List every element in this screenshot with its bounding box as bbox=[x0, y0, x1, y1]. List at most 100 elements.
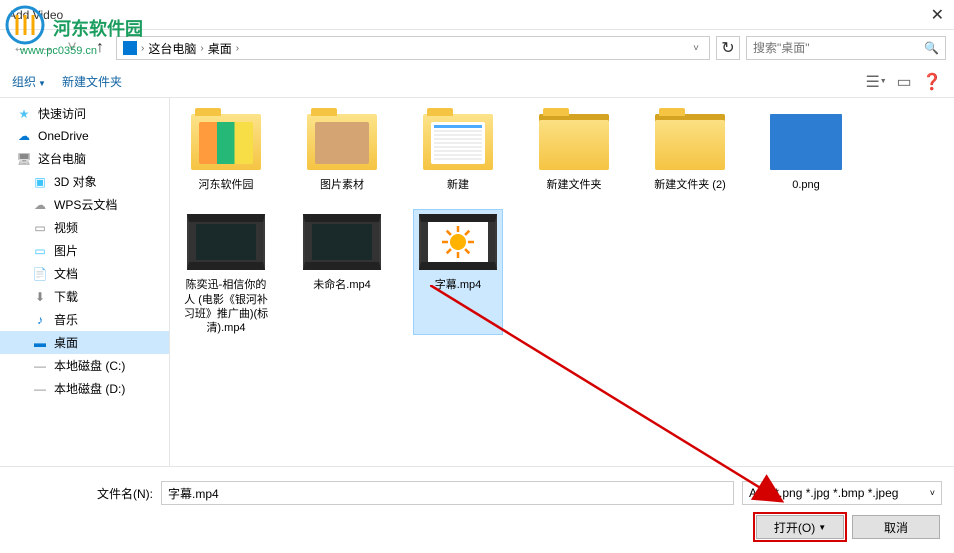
file-area[interactable]: 河东软件园 图片素材 新建 新建文件夹 新建文件夹 (2) 0.png 陈奕迅-相信你的人 … bbox=[170, 98, 954, 466]
file-thumbnail bbox=[767, 110, 845, 174]
file-label: 新建文件夹 bbox=[547, 178, 602, 192]
file-item[interactable]: 新建 bbox=[414, 110, 502, 192]
forward-icon: → bbox=[34, 36, 58, 60]
file-item[interactable]: 0.png bbox=[762, 110, 850, 192]
file-item[interactable]: 陈奕迅-相信你的人 (电影《银河补习班》推广曲)(标清).mp4 bbox=[182, 210, 270, 334]
file-item[interactable]: 河东软件园 bbox=[182, 110, 270, 192]
sidebar-item[interactable]: ☁ OneDrive bbox=[0, 125, 169, 147]
up-icon[interactable]: ↑ bbox=[90, 38, 110, 58]
close-icon[interactable]: ✕ bbox=[931, 5, 944, 25]
search-input[interactable] bbox=[753, 41, 924, 55]
sidebar-item-label: WPS云文档 bbox=[54, 196, 117, 213]
sidebar-item-label: 快速访问 bbox=[38, 105, 86, 122]
sidebar-item[interactable]: ♪ 音乐 bbox=[0, 308, 169, 331]
cloud-icon: ☁ bbox=[16, 128, 32, 144]
file-thumbnail bbox=[535, 110, 613, 174]
sidebar-item[interactable]: — 本地磁盘 (C:) bbox=[0, 354, 169, 377]
preview-pane-icon[interactable]: ▭ bbox=[894, 72, 914, 92]
content-area: ★ 快速访问 ☁ OneDrive 🖥 这台电脑 ▣ 3D 对象 ☁WPS云文档 ▭ 视频 ▭ 图片 📄 文… bbox=[0, 98, 954, 466]
toolbar: 组织▼ 新建文件夹 ☰▼ ▭ ❓ bbox=[0, 66, 954, 98]
file-label: 图片素材 bbox=[320, 178, 364, 192]
sidebar-item-label: 图片 bbox=[54, 242, 78, 259]
window-title: Add Video bbox=[8, 8, 63, 22]
file-thumbnail bbox=[419, 110, 497, 174]
disk-icon: — bbox=[32, 381, 48, 397]
bottom-panel: 文件名(N): ALL(*.png *.jpg *.bmp *.jpeg ˅ 打… bbox=[0, 466, 954, 553]
breadcrumb-dropdown-icon[interactable]: ˅ bbox=[689, 43, 703, 54]
open-button[interactable]: 打开(O)▼ bbox=[756, 515, 844, 539]
sidebar-item[interactable]: 🖥 这台电脑 bbox=[0, 147, 169, 170]
sidebar-item[interactable]: ☁WPS云文档 bbox=[0, 193, 169, 216]
pic-icon: ▭ bbox=[32, 243, 48, 259]
file-thumbnail bbox=[303, 210, 381, 274]
sidebar-item-label: 视频 bbox=[54, 219, 78, 236]
file-label: 0.png bbox=[792, 178, 820, 192]
sidebar-item[interactable]: ▭ 图片 bbox=[0, 239, 169, 262]
doc-icon: 📄 bbox=[32, 266, 48, 282]
filename-label: 文件名(N): bbox=[12, 485, 153, 502]
sidebar-item[interactable]: ⬇ 下载 bbox=[0, 285, 169, 308]
star-icon: ★ bbox=[16, 106, 32, 122]
3d-icon: ▣ bbox=[32, 174, 48, 190]
sidebar-item-label: 文档 bbox=[54, 265, 78, 282]
music-icon: ♪ bbox=[32, 312, 48, 328]
view-mode-icon[interactable]: ☰▼ bbox=[866, 72, 886, 92]
help-icon[interactable]: ❓ bbox=[922, 72, 942, 92]
sidebar-item-label: 本地磁盘 (D:) bbox=[54, 380, 125, 397]
sidebar-item-label: 音乐 bbox=[54, 311, 78, 328]
recent-dropdown-icon[interactable]: ˅ bbox=[60, 36, 84, 60]
sidebar-item[interactable]: ▭ 视频 bbox=[0, 216, 169, 239]
file-thumbnail bbox=[187, 110, 265, 174]
sidebar: ★ 快速访问 ☁ OneDrive 🖥 这台电脑 ▣ 3D 对象 ☁WPS云文档 ▭ 视频 ▭ 图片 📄 文… bbox=[0, 98, 170, 466]
sidebar-item-label: 下载 bbox=[54, 288, 78, 305]
file-label: 新建文件夹 (2) bbox=[654, 178, 726, 192]
file-label: 陈奕迅-相信你的人 (电影《银河补习班》推广曲)(标清).mp4 bbox=[182, 278, 270, 334]
filename-input[interactable] bbox=[161, 481, 734, 505]
refresh-icon[interactable]: ↻ bbox=[716, 36, 740, 60]
video-icon: ▭ bbox=[32, 220, 48, 236]
file-item[interactable]: 字幕.mp4 bbox=[414, 210, 502, 334]
titlebar: Add Video ✕ bbox=[0, 0, 954, 30]
back-icon[interactable]: ← bbox=[8, 36, 32, 60]
breadcrumb-part[interactable]: 这台电脑 bbox=[148, 40, 196, 57]
sidebar-item-label: 3D 对象 bbox=[54, 173, 97, 190]
file-item[interactable]: 图片素材 bbox=[298, 110, 386, 192]
sidebar-item[interactable]: ▬ 桌面 bbox=[0, 331, 169, 354]
chevron-right-icon: › bbox=[236, 43, 239, 54]
file-thumbnail bbox=[419, 210, 497, 274]
file-label: 河东软件园 bbox=[199, 178, 254, 192]
desktop-icon: ▬ bbox=[32, 335, 48, 351]
sidebar-item[interactable]: 📄 文档 bbox=[0, 262, 169, 285]
file-item[interactable]: 新建文件夹 bbox=[530, 110, 618, 192]
chevron-down-icon: ˅ bbox=[930, 488, 935, 498]
file-item[interactable]: 新建文件夹 (2) bbox=[646, 110, 734, 192]
chevron-right-icon: › bbox=[200, 43, 203, 54]
sidebar-item[interactable]: ★ 快速访问 bbox=[0, 102, 169, 125]
sidebar-item-label: OneDrive bbox=[38, 129, 89, 143]
filetype-filter[interactable]: ALL(*.png *.jpg *.bmp *.jpeg ˅ bbox=[742, 481, 942, 505]
breadcrumb[interactable]: › 这台电脑 › 桌面 › ˅ bbox=[116, 36, 710, 60]
search-icon[interactable]: 🔍 bbox=[924, 41, 939, 55]
disk-icon: — bbox=[32, 358, 48, 374]
file-item[interactable]: 未命名.mp4 bbox=[298, 210, 386, 334]
breadcrumb-part[interactable]: 桌面 bbox=[208, 40, 232, 57]
file-thumbnail bbox=[303, 110, 381, 174]
cancel-button[interactable]: 取消 bbox=[852, 515, 940, 539]
file-thumbnail bbox=[187, 210, 265, 274]
sidebar-item[interactable]: — 本地磁盘 (D:) bbox=[0, 377, 169, 400]
dl-icon: ⬇ bbox=[32, 289, 48, 305]
file-label: 未命名.mp4 bbox=[313, 278, 370, 292]
sidebar-item-label: 桌面 bbox=[54, 334, 78, 351]
new-folder-button[interactable]: 新建文件夹 bbox=[62, 73, 122, 90]
file-label: 字幕.mp4 bbox=[435, 278, 481, 292]
search-box[interactable]: 🔍 bbox=[746, 36, 946, 60]
location-icon bbox=[123, 41, 137, 55]
sidebar-item[interactable]: ▣ 3D 对象 bbox=[0, 170, 169, 193]
chevron-right-icon: › bbox=[141, 43, 144, 54]
sidebar-item-label: 这台电脑 bbox=[38, 150, 86, 167]
file-label: 新建 bbox=[447, 178, 469, 192]
sidebar-item-label: 本地磁盘 (C:) bbox=[54, 357, 125, 374]
pc-icon: 🖥 bbox=[16, 151, 32, 167]
nav-row: ← → ˅ ↑ › 这台电脑 › 桌面 › ˅ ↻ 🔍 bbox=[0, 30, 954, 66]
organize-menu[interactable]: 组织▼ bbox=[12, 73, 46, 90]
